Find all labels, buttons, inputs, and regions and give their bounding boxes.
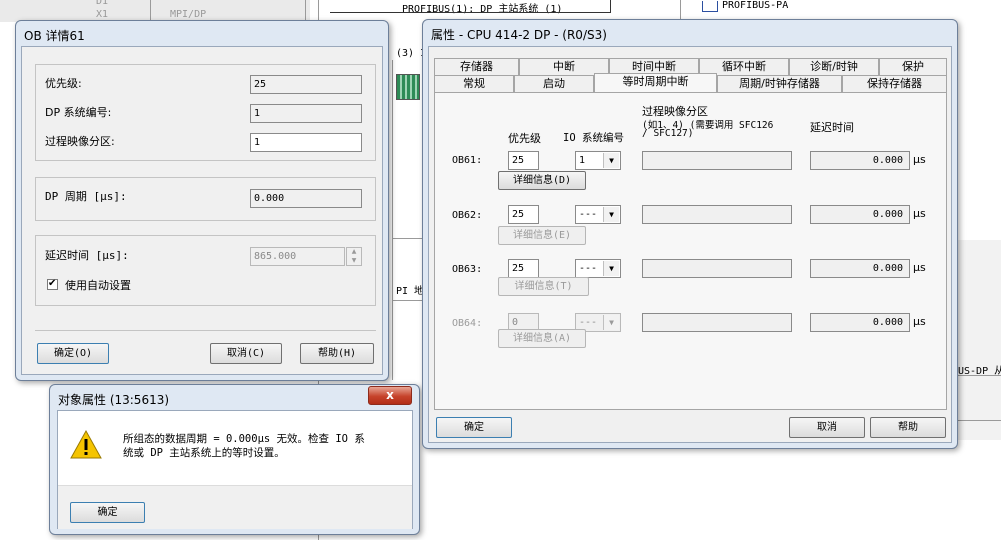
- msg-ok-button[interactable]: 确定: [70, 502, 145, 523]
- ob62-unit: μs: [913, 207, 926, 220]
- checkmark-icon: ✔: [48, 278, 57, 289]
- delay-time-label: 延迟时间 [μs]:: [45, 249, 129, 262]
- tab-diagnostics-clock[interactable]: 诊断/时钟: [789, 58, 879, 75]
- ob62-delay-field[interactable]: 0.000: [810, 205, 910, 224]
- bg-mpi-dp: MPI/DP: [170, 9, 207, 20]
- dp-system-field[interactable]: 1: [250, 104, 362, 123]
- ob64-process-image-field[interactable]: [642, 313, 792, 332]
- msg-dialog-title: 对象属性 (13:5613): [58, 393, 170, 407]
- ob63-io-select[interactable]: --- ▼: [575, 259, 621, 278]
- ob64-io-value: ---: [579, 317, 598, 328]
- ob63-details-button[interactable]: 详细信息(T): [498, 277, 589, 296]
- ob63-unit: μs: [913, 261, 926, 274]
- ob62-process-image-field[interactable]: [642, 205, 792, 224]
- ob62-priority-field[interactable]: 25: [508, 205, 539, 224]
- ob62-label: OB62:: [452, 210, 483, 221]
- bg-slot-d1: D1: [96, 0, 109, 7]
- tab-general[interactable]: 常规: [434, 75, 514, 92]
- bg-profibus-pa: PROFIBUS-PA: [722, 0, 789, 11]
- spin-down-icon[interactable]: ▼: [347, 257, 361, 265]
- msg-close-button[interactable]: x: [368, 386, 412, 405]
- process-image-field[interactable]: 1: [250, 133, 362, 152]
- ob63-delay-field[interactable]: 0.000: [810, 259, 910, 278]
- ob-ok-button[interactable]: 确定(O): [37, 343, 109, 364]
- col-process-image-note2: / SFC127): [642, 128, 694, 139]
- tab-cycle-clock-memory[interactable]: 周期/时钟存储器: [717, 75, 842, 92]
- ob64-label: OB64:: [452, 318, 483, 329]
- ob61-details-button[interactable]: 详细信息(D): [498, 171, 586, 190]
- tab-storage[interactable]: 存储器: [434, 58, 519, 75]
- delay-spinner[interactable]: ▲ ▼: [346, 247, 362, 266]
- ob64-unit: μs: [913, 315, 926, 328]
- tab-startup[interactable]: 启动: [514, 75, 594, 92]
- ob62-details-button[interactable]: 详细信息(E): [498, 226, 586, 245]
- delay-time-field[interactable]: 865.000: [250, 247, 345, 266]
- chevron-down-icon[interactable]: ▼: [603, 315, 619, 330]
- chevron-down-icon[interactable]: ▼: [603, 207, 619, 222]
- ob-cancel-button[interactable]: 取消(C): [210, 343, 282, 364]
- ob61-io-select[interactable]: 1 ▼: [575, 151, 621, 170]
- ob-dialog-title: OB 详情61: [24, 29, 85, 43]
- dp-cycle-label: DP 周期 [μs]:: [45, 190, 127, 203]
- ob63-process-image-field[interactable]: [642, 259, 792, 278]
- cpu-properties-dialog: 属性 - CPU 414-2 DP - (R0/S3) 存储器 中断 时间中断 …: [422, 19, 958, 449]
- bg-slot-x1: X1: [96, 9, 109, 20]
- ob-help-button[interactable]: 帮助(H): [300, 343, 374, 364]
- delay-group: [35, 235, 376, 306]
- ob64-details-button[interactable]: 详细信息(A): [498, 329, 586, 348]
- spin-up-icon[interactable]: ▲: [347, 248, 361, 256]
- ob62-io-select[interactable]: --- ▼: [575, 205, 621, 224]
- msg-text-line1: 所组态的数据周期 = 0.000μs 无效。检查 IO 系: [123, 433, 365, 445]
- object-properties-message-dialog: 对象属性 (13:5613) x 所组态的数据周期 = 0.000μs 无效。检…: [49, 384, 420, 535]
- ob61-process-image-field[interactable]: [642, 151, 792, 170]
- col-io-system-header: IO 系统编号: [563, 132, 624, 144]
- ob61-io-value: 1: [579, 155, 586, 166]
- tab-retentive-memory[interactable]: 保持存储器: [842, 75, 947, 92]
- props-cancel-button[interactable]: 取消: [789, 417, 865, 438]
- col-priority-header: 优先级: [508, 132, 541, 145]
- ob61-unit: μs: [913, 153, 926, 166]
- ob-dialog-body: 优先级: 25 DP 系统编号: 1 过程映像分区: 1 DP 周期 [μs]:…: [21, 46, 383, 375]
- auto-setting-label: 使用自动设置: [65, 279, 131, 292]
- props-dialog-title: 属性 - CPU 414-2 DP - (R0/S3): [431, 28, 607, 42]
- props-help-button[interactable]: 帮助: [870, 417, 946, 438]
- ob63-priority-field[interactable]: 25: [508, 259, 539, 278]
- msg-dialog-body: 所组态的数据周期 = 0.000μs 无效。检查 IO 系 统或 DP 主站系统…: [57, 410, 413, 529]
- bg-pi-label: PI 地: [396, 286, 425, 297]
- ob-details-dialog: OB 详情61 优先级: 25 DP 系统编号: 1 过程映像分区: 1 DP …: [15, 20, 389, 381]
- chevron-down-icon[interactable]: ▼: [603, 153, 619, 168]
- ob61-priority-field[interactable]: 25: [508, 151, 539, 170]
- tab-protection[interactable]: 保护: [879, 58, 947, 75]
- ob64-delay-field[interactable]: 0.000: [810, 313, 910, 332]
- close-icon: x: [386, 388, 394, 402]
- msg-text-line2: 统或 DP 主站系统上的等时设置。: [123, 447, 285, 459]
- dp-system-label: DP 系统编号:: [45, 106, 112, 119]
- process-image-label: 过程映像分区:: [45, 135, 115, 148]
- ob61-label: OB61:: [452, 155, 483, 166]
- ob63-label: OB63:: [452, 264, 483, 275]
- ob61-delay-field[interactable]: 0.000: [810, 151, 910, 170]
- chevron-down-icon[interactable]: ▼: [603, 261, 619, 276]
- warning-icon: [70, 430, 102, 459]
- bg-right-strip: [958, 240, 1001, 440]
- props-ok-button[interactable]: 确定: [436, 417, 512, 438]
- network-icon: [702, 1, 718, 12]
- tab-isochronous-interrupt[interactable]: 等时周期中断: [594, 73, 717, 92]
- background-left-panel: [0, 0, 310, 22]
- module-icon: [396, 74, 420, 100]
- auto-setting-checkbox[interactable]: ✔: [47, 278, 58, 290]
- ob62-io-value: ---: [579, 209, 598, 220]
- col-delay-header: 延迟时间: [810, 121, 854, 134]
- priority-label: 优先级:: [45, 77, 82, 90]
- dp-cycle-field[interactable]: 0.000: [250, 189, 362, 208]
- props-dialog-body: 存储器 中断 时间中断 循环中断 诊断/时钟 保护 常规 启动 等时周期中断 周…: [428, 46, 952, 443]
- ob63-io-value: ---: [579, 263, 598, 274]
- priority-field[interactable]: 25: [250, 75, 362, 94]
